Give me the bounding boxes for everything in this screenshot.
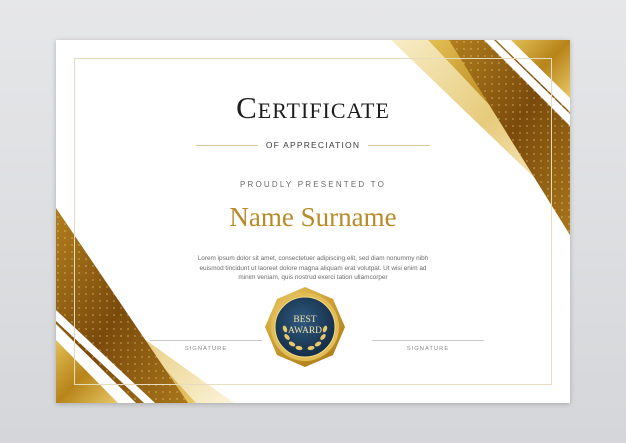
recipient-name: Name Surname <box>229 202 397 232</box>
body-text: Lorem ipsum dolor sit amet, consectetuer… <box>197 255 429 282</box>
signature-right: SIGNATURE <box>372 340 484 352</box>
badge-line1: BEST <box>293 315 317 325</box>
presented-label: PROUDLY PRESENTED TO <box>239 180 387 189</box>
signature-left-line <box>150 340 262 341</box>
certificate-title: Certificate <box>56 90 570 126</box>
badge-text: BEST AWARD <box>263 315 347 336</box>
award-badge: BEST AWARD <box>263 285 347 369</box>
certificate-card: Certificate OF APPRECIATION PROUDLY PRES… <box>56 40 570 403</box>
certificate-subtitle: OF APPRECIATION <box>265 140 361 150</box>
signature-right-label: SIGNATURE <box>406 346 450 352</box>
subtitle-right-line <box>368 144 431 146</box>
signature-left: SIGNATURE <box>150 340 262 352</box>
subtitle-left-line <box>195 144 258 146</box>
subtitle-row: OF APPRECIATION <box>56 139 570 151</box>
badge-line2: AWARD <box>287 325 323 336</box>
title-text: Certificate <box>236 90 390 125</box>
signature-right-line <box>372 340 484 341</box>
signature-left-label: SIGNATURE <box>184 346 228 352</box>
